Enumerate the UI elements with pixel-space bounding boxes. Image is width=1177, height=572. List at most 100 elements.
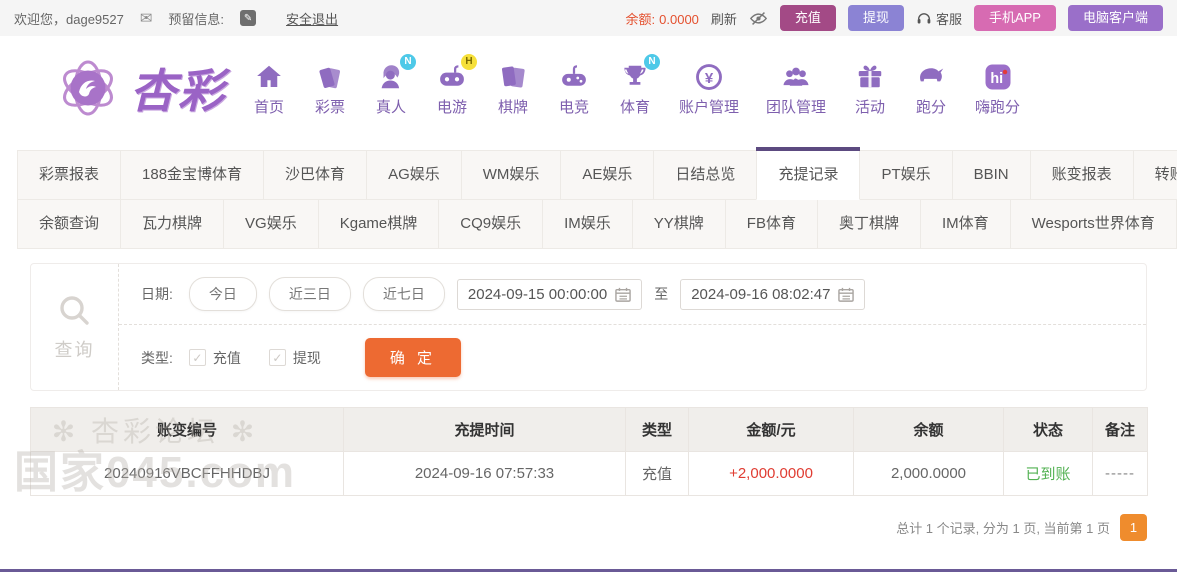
- nav-item-label: 首页: [253, 98, 284, 116]
- report-tab[interactable]: 瓦力棋牌: [120, 199, 225, 249]
- new-badge: N: [400, 53, 416, 70]
- refresh-button[interactable]: 刷新: [711, 9, 737, 28]
- column-header: 充提时间: [343, 407, 626, 452]
- type-checkbox-option[interactable]: 充值: [188, 348, 241, 368]
- nav-item[interactable]: 跑分: [914, 60, 948, 117]
- headset-icon: [917, 12, 931, 23]
- checkbox-label: 提现: [292, 349, 321, 366]
- nav-item[interactable]: 首页: [252, 60, 286, 117]
- report-tab[interactable]: AE娱乐: [560, 150, 655, 200]
- report-tab[interactable]: IM体育: [919, 199, 1011, 249]
- mail-icon[interactable]: ✉: [140, 9, 153, 27]
- nav-item-label: 真人: [375, 98, 406, 116]
- type-checkbox-option[interactable]: 提现: [268, 348, 321, 368]
- tabs-row-2: 余额查询 瓦力棋牌 VG娱乐 Kgame棋牌 CQ9娱乐 IM娱乐 YY棋牌 F…: [0, 199, 1177, 249]
- nav-item[interactable]: 团队管理: [766, 60, 826, 117]
- checkbox-icon[interactable]: [188, 349, 206, 366]
- pagination-summary: 总计 1 个记录, 分为 1 页, 当前第 1 页: [896, 521, 1110, 536]
- nav-item[interactable]: 活动: [853, 60, 887, 117]
- eye-slash-icon[interactable]: [749, 11, 768, 26]
- report-tab[interactable]: 沙巴体育: [263, 150, 368, 200]
- report-tab[interactable]: Wesports世界体育: [1009, 199, 1177, 249]
- date-filter-row: 日期: 今日 近三日 近七日 2024-09-15 00:00:00 至 202…: [119, 264, 1146, 325]
- pc-client-button[interactable]: 电脑客户端: [1067, 5, 1163, 31]
- site-logo[interactable]: 杏彩: [52, 52, 226, 124]
- new-badge: N: [644, 53, 660, 70]
- query-label: 查询: [54, 340, 95, 360]
- nav-item[interactable]: 电竞: [557, 60, 591, 117]
- nav-item[interactable]: 彩票: [313, 60, 347, 117]
- cell-status: 已到账: [1003, 451, 1093, 496]
- pagination: 总计 1 个记录, 分为 1 页, 当前第 1 页 1: [0, 514, 1147, 541]
- report-tab[interactable]: BBIN: [951, 150, 1031, 200]
- report-tab[interactable]: 奥丁棋牌: [816, 199, 921, 249]
- column-header: 备注: [1092, 407, 1148, 452]
- nav-item[interactable]: 棋牌: [496, 60, 530, 117]
- report-tab[interactable]: 余额查询: [17, 199, 122, 249]
- report-tab[interactable]: 账变报表: [1029, 150, 1134, 200]
- nav-item[interactable]: N 真人: [374, 53, 416, 117]
- filter-rows: 日期: 今日 近三日 近七日 2024-09-15 00:00:00 至 202…: [119, 264, 1146, 390]
- date-to-value: 2024-09-16 08:02:47: [691, 285, 831, 303]
- search-icon: [59, 296, 89, 325]
- nav-item-icon: [252, 60, 286, 92]
- report-tab[interactable]: YY棋牌: [631, 199, 726, 249]
- page-1-button[interactable]: 1: [1120, 514, 1147, 541]
- nav-item-label: 体育: [619, 98, 650, 116]
- nav-item-icon: [557, 60, 591, 92]
- report-tab[interactable]: 充提记录: [756, 147, 861, 200]
- quick-date-button[interactable]: 近七日: [362, 277, 445, 311]
- mobile-app-button[interactable]: 手机APP: [973, 5, 1056, 31]
- quick-date-button[interactable]: 今日: [188, 277, 257, 311]
- balance-label: 余额:: [625, 11, 656, 27]
- cell-note: -----: [1092, 451, 1148, 496]
- logo-flower-icon: [63, 60, 113, 116]
- report-tab[interactable]: 日结总览: [653, 150, 758, 200]
- report-tab[interactable]: VG娱乐: [223, 199, 319, 249]
- report-tab[interactable]: FB体育: [724, 199, 818, 249]
- report-tab[interactable]: CQ9娱乐: [438, 199, 544, 249]
- nav-item-icon: N: [618, 53, 660, 92]
- topbar: 欢迎您，dage9527 ✉ 预留信息: ✎ 安全退出 余额: 0.0000 刷新…: [0, 0, 1177, 36]
- filter-panel: 查询 日期: 今日 近三日 近七日 2024-09-15 00:00:00 至 …: [30, 263, 1147, 391]
- nav-item-label: 账户管理: [679, 98, 740, 116]
- column-header: 类型: [625, 407, 689, 452]
- to-label: 至: [654, 286, 669, 302]
- edit-icon[interactable]: ✎: [240, 10, 257, 26]
- date-to-input[interactable]: 2024-09-16 08:02:47: [680, 278, 866, 310]
- nav-item[interactable]: 嗨跑分: [975, 60, 1020, 117]
- nav-item-icon: [313, 60, 347, 92]
- nav-item-icon: H: [435, 53, 477, 92]
- date-from-input[interactable]: 2024-09-15 00:00:00: [456, 278, 643, 310]
- customer-service-link[interactable]: 客服: [916, 9, 962, 28]
- nav-item-icon: [914, 60, 948, 92]
- cell-amount: +2,000.0000: [688, 451, 854, 496]
- column-header: 账变编号: [30, 407, 344, 452]
- nav-item-icon: [692, 60, 726, 92]
- table-header-row: 账变编号 充提时间 类型 金额/元 余额 状态 备注: [30, 407, 1148, 452]
- report-tab[interactable]: 转账报表: [1132, 150, 1177, 200]
- nav-item[interactable]: H 电游: [435, 53, 477, 117]
- confirm-button[interactable]: 确 定: [364, 338, 462, 377]
- report-tab[interactable]: IM娱乐: [542, 199, 633, 249]
- recharge-button[interactable]: 充值: [779, 5, 836, 31]
- report-tab[interactable]: WM娱乐: [460, 150, 562, 200]
- report-tab[interactable]: PT娱乐: [859, 150, 953, 200]
- logout-link[interactable]: 安全退出: [286, 9, 338, 28]
- quick-date-button[interactable]: 近三日: [268, 277, 351, 311]
- logo-wordmark: 杏彩: [130, 65, 226, 117]
- withdraw-button[interactable]: 提现: [847, 5, 904, 31]
- nav-item[interactable]: 账户管理: [679, 60, 739, 117]
- type-filter-row: 类型: 充值 提现 确 定: [119, 325, 1146, 390]
- nav-item[interactable]: N 体育: [618, 53, 660, 117]
- report-tabs: 彩票报表 188金宝博体育 沙巴体育 AG娱乐 WM娱乐 AE娱乐 日结总览 充…: [0, 147, 1177, 249]
- nav-item-label: 棋牌: [497, 98, 528, 116]
- calendar-icon: [838, 287, 855, 302]
- report-tab[interactable]: Kgame棋牌: [317, 199, 440, 249]
- report-tab[interactable]: 彩票报表: [17, 150, 122, 200]
- tabs-row-1: 彩票报表 188金宝博体育 沙巴体育 AG娱乐 WM娱乐 AE娱乐 日结总览 充…: [0, 147, 1177, 200]
- report-tab[interactable]: AG娱乐: [366, 150, 462, 200]
- checkbox-icon[interactable]: [268, 349, 286, 366]
- column-header: 金额/元: [688, 407, 854, 452]
- report-tab[interactable]: 188金宝博体育: [120, 150, 265, 200]
